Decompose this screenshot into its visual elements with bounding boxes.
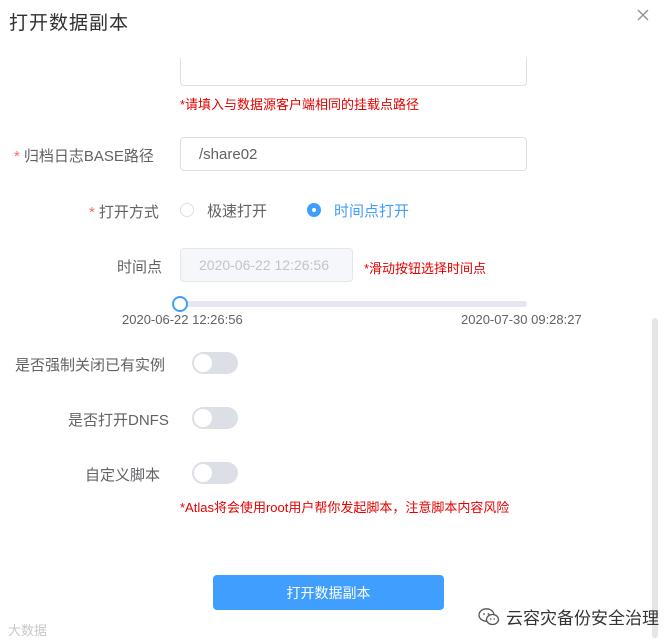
mount-path-input[interactable] <box>180 58 527 86</box>
required-mark: * <box>89 204 95 221</box>
open-mode-label: * 打开方式 <box>89 201 159 222</box>
archive-log-label: * 归档日志BASE路径 <box>14 145 154 166</box>
custom-script-hint: *Atlas将会使用root用户帮你发起脚本，注意脚本内容风险 <box>180 500 510 515</box>
open-mode-label-text: 打开方式 <box>98 204 159 221</box>
watermark-right: 云容灾备份安全治理 <box>478 604 659 629</box>
dialog-title: 打开数据副本 <box>9 13 130 34</box>
custom-script-switch[interactable] <box>192 462 238 484</box>
slider-max-label: 2020-07-30 09:28:27 <box>461 312 582 327</box>
force-close-switch[interactable] <box>192 352 238 374</box>
open-dnfs-switch[interactable] <box>192 407 238 429</box>
radio-fast-open-label: 极速打开 <box>207 202 268 220</box>
time-point-input: 2020-06-22 12:26:56 <box>180 248 353 282</box>
time-point-label: 时间点 <box>117 259 163 276</box>
radio-circle-checked[interactable] <box>307 203 321 217</box>
radio-fast-open[interactable]: 极速打开 <box>180 199 267 221</box>
open-copy-dialog: 打开数据副本 *请填入与数据源客户端相同的挂载点路径 *归档日志BASE路径 *… <box>0 0 670 644</box>
watermark-left-text: 大数据 <box>8 623 48 638</box>
radio-timepoint-open-label: 时间点打开 <box>334 202 410 220</box>
close-icon[interactable] <box>636 8 650 22</box>
watermark-left: 大数据 <box>8 620 47 639</box>
watermark-right-text: 云容灾备份安全治理 <box>506 609 659 628</box>
open-dnfs-label: 是否打开DNFS <box>68 412 169 429</box>
radio-circle[interactable] <box>180 203 194 217</box>
radio-timepoint-open[interactable]: 时间点打开 <box>307 199 409 221</box>
switch-knob <box>194 409 212 427</box>
archive-log-path-input[interactable] <box>180 137 527 171</box>
switch-knob <box>194 354 212 372</box>
custom-script-label: 自定义脚本 <box>85 467 161 484</box>
archive-log-label-text: 归档日志BASE路径 <box>23 148 154 165</box>
open-copy-submit-button[interactable]: 打开数据副本 <box>213 575 444 610</box>
scrollbar[interactable] <box>652 318 658 638</box>
force-close-label: 是否强制关闭已有实例 <box>15 357 166 374</box>
time-point-hint: *滑动按钮选择时间点 <box>364 261 487 276</box>
switch-knob <box>194 464 212 482</box>
time-slider-handle[interactable] <box>172 296 188 312</box>
required-mark: * <box>14 148 20 165</box>
slider-min-label: 2020-06-22 12:26:56 <box>122 312 243 327</box>
wechat-icon <box>478 607 500 625</box>
time-slider-track[interactable] <box>180 301 527 307</box>
mount-path-hint: *请填入与数据源客户端相同的挂载点路径 <box>180 97 420 112</box>
